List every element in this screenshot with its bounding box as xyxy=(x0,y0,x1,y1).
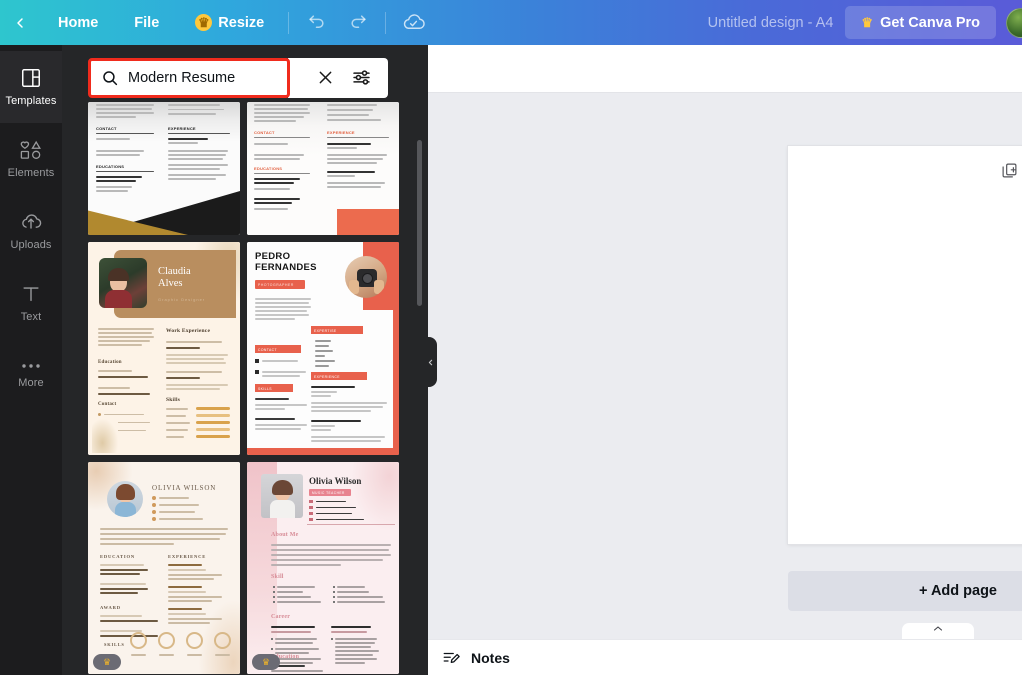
pro-badge: ♛ xyxy=(93,654,121,670)
chevron-left-icon xyxy=(17,17,23,28)
add-page-label: + Add page xyxy=(918,583,997,599)
notes-label: Notes xyxy=(471,649,510,666)
template-card[interactable]: PEDRO FERNANDES PHOTOGRAPHER CONTACT SKI… xyxy=(247,242,399,455)
chevron-left-icon xyxy=(428,359,433,365)
clear-search-button[interactable] xyxy=(316,68,335,87)
cloud-saved-icon xyxy=(403,14,425,29)
get-pro-label: Get Canva Pro xyxy=(880,14,980,31)
toolbar-divider-1 xyxy=(288,11,290,34)
file-label: File xyxy=(134,14,160,31)
template-preview: ClaudiaAlves Graphic Designer Education xyxy=(88,242,240,455)
search-input[interactable] xyxy=(128,69,276,86)
sidebar-item-label: More xyxy=(18,377,44,389)
chevron-up-icon xyxy=(933,626,943,631)
search-field-wrapper[interactable] xyxy=(88,57,290,98)
home-menu-button[interactable]: Home xyxy=(40,0,116,45)
redo-button[interactable] xyxy=(337,0,379,45)
template-preview: PEDRO FERNANDES PHOTOGRAPHER CONTACT SKI… xyxy=(247,242,399,455)
search-row xyxy=(88,55,428,100)
sidebar-item-text[interactable]: Text xyxy=(0,267,62,339)
sidebar-item-elements[interactable]: Elements xyxy=(0,123,62,195)
notes-pencil-icon xyxy=(443,652,460,663)
template-preview: CONTACT EDUCATIONS EXPERIENCE xyxy=(247,102,399,235)
crown-icon: ♛ xyxy=(261,656,271,667)
home-label: Home xyxy=(58,14,99,31)
elements-shapes-icon xyxy=(20,140,41,159)
undo-button[interactable] xyxy=(295,0,337,45)
crown-icon: ♛ xyxy=(861,14,874,30)
canvas-scroll-area[interactable]: + Add page xyxy=(428,93,1022,675)
left-sidebar-rail: Templates Elements Uploads Text More xyxy=(0,45,62,675)
template-preview: OLIVIA WILSON EDUCATION AWARD EXPERIENCE… xyxy=(88,462,240,674)
search-magnifier-icon xyxy=(103,70,118,85)
resize-label: Resize xyxy=(218,14,265,31)
text-t-icon xyxy=(23,287,39,302)
template-results-grid: CONTACT EDUCATIONS EXPERIENCE CONTACT ED… xyxy=(88,102,418,675)
template-card[interactable]: OLIVIA WILSON EDUCATION AWARD EXPERIENCE… xyxy=(88,462,240,674)
template-row: CONTACT EDUCATIONS EXPERIENCE CONTACT ED… xyxy=(88,102,418,235)
notes-expand-tab[interactable] xyxy=(902,623,974,639)
template-row: ClaudiaAlves Graphic Designer Education xyxy=(88,242,418,455)
notes-bar[interactable]: Notes xyxy=(428,639,1022,675)
collapse-panel-button[interactable] xyxy=(424,337,437,387)
close-x-icon xyxy=(319,71,332,84)
editor-toolbar xyxy=(428,45,1022,93)
add-page-button[interactable]: + Add page xyxy=(788,571,1022,611)
pro-badge: ♛ xyxy=(252,654,280,670)
file-menu-button[interactable]: File xyxy=(116,0,177,45)
template-preview: CONTACT EDUCATIONS EXPERIENCE xyxy=(88,102,240,235)
template-row: OLIVIA WILSON EDUCATION AWARD EXPERIENCE… xyxy=(88,462,418,674)
template-card[interactable]: Olivia Wilson MUSIC TEACHER About Me Ski… xyxy=(247,462,399,674)
duplicate-page-button[interactable] xyxy=(1001,162,1018,184)
filter-button[interactable] xyxy=(351,67,372,88)
get-canva-pro-button[interactable]: ♛ Get Canva Pro xyxy=(845,6,996,39)
avatar[interactable] xyxy=(1006,7,1022,38)
panel-scrollbar[interactable] xyxy=(417,140,422,306)
crown-icon: ♛ xyxy=(195,14,213,31)
crown-icon: ♛ xyxy=(102,656,112,667)
top-toolbar: Home File ♛ Resize Untitled design - A4 … xyxy=(0,0,1022,45)
sidebar-item-uploads[interactable]: Uploads xyxy=(0,195,62,267)
undo-arrow-icon xyxy=(309,15,324,29)
duplicate-page-icon xyxy=(1002,163,1017,178)
redo-arrow-icon xyxy=(351,15,366,29)
design-page[interactable] xyxy=(788,146,1022,544)
sidebar-item-label: Text xyxy=(20,311,42,323)
template-card[interactable]: ClaudiaAlves Graphic Designer Education xyxy=(88,242,240,455)
sidebar-item-more[interactable]: More xyxy=(0,339,62,411)
design-title[interactable]: Untitled design - A4 xyxy=(696,15,846,31)
search-actions xyxy=(288,57,388,98)
canva-editor-window: Home File ♛ Resize Untitled design - A4 … xyxy=(0,0,1022,675)
resize-button[interactable]: ♛ Resize xyxy=(177,0,282,45)
sidebar-item-templates[interactable]: Templates xyxy=(0,51,62,123)
template-card[interactable]: CONTACT EDUCATIONS EXPERIENCE xyxy=(247,102,399,235)
more-dots-icon xyxy=(22,364,40,368)
templates-grid-icon xyxy=(22,69,40,87)
sidebar-item-label: Templates xyxy=(5,95,57,107)
cloud-save-status[interactable] xyxy=(392,0,434,45)
template-preview: Olivia Wilson MUSIC TEACHER About Me Ski… xyxy=(247,462,399,674)
editor-area: + Add page Notes xyxy=(428,45,1022,675)
sidebar-item-label: Elements xyxy=(7,167,55,179)
templates-panel: CONTACT EDUCATIONS EXPERIENCE xyxy=(62,45,428,675)
sidebar-item-label: Uploads xyxy=(10,239,52,251)
filter-sliders-icon xyxy=(353,70,370,85)
toolbar-divider-2 xyxy=(385,11,387,34)
template-card[interactable]: CONTACT EDUCATIONS EXPERIENCE xyxy=(88,102,240,235)
upload-cloud-icon xyxy=(22,214,42,229)
back-button[interactable] xyxy=(0,0,40,45)
